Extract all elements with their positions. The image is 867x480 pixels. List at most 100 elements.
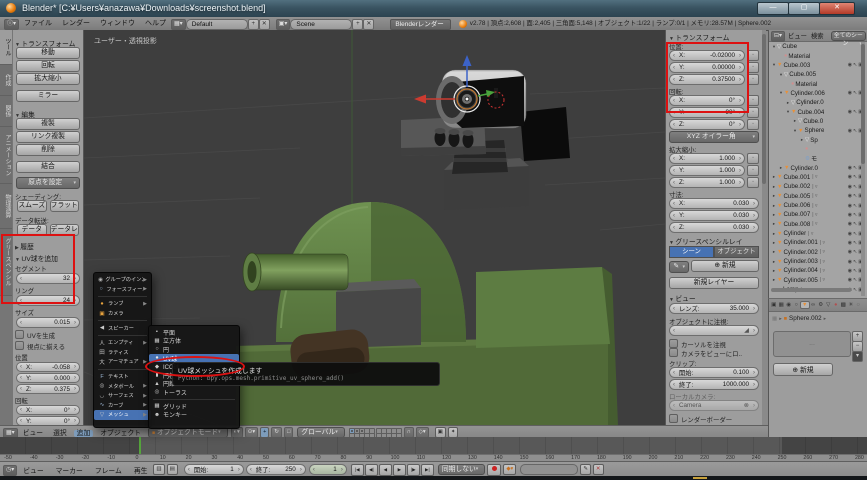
visibility-eye-icon[interactable]: ◉ <box>848 221 852 227</box>
playback-button-3[interactable]: ▶ <box>393 464 406 476</box>
outliner-menu-ビュー[interactable]: ビュー <box>788 33 807 40</box>
outliner-row-Cube.005[interactable]: ▾▽Cube.005 <box>769 70 867 79</box>
outliner-row-Cylinder.001[interactable]: ▸▼Cylinder.001| ▿◉↖▣ <box>769 238 867 247</box>
topbar-menu-ウィンドウ[interactable]: ウィンドウ <box>100 17 135 30</box>
properties-tab-scene[interactable]: ◉ <box>785 302 793 308</box>
outliner-filter-dropdown[interactable]: 全てのシーン <box>831 31 866 41</box>
manipulator-scale-icon[interactable]: □ <box>284 427 293 438</box>
menu-item-円[interactable]: ○円 <box>149 345 239 354</box>
playback-button-5[interactable]: ▶| <box>421 464 434 476</box>
orientation-dropdown[interactable]: グローバル <box>297 427 344 438</box>
np-field-Z:[interactable]: Z:1.000 <box>669 177 745 188</box>
close-button[interactable]: ✕ <box>819 2 855 15</box>
menu-item-エンプティ[interactable]: 人エンプティ▶ <box>94 338 151 348</box>
snap-magnet-icon[interactable]: ∩ <box>404 427 414 438</box>
lock-icon[interactable]: ◦ <box>747 177 759 188</box>
properties-tab-texture[interactable]: ▩ <box>840 302 848 308</box>
outliner-row-mat[interactable]: ● <box>769 145 867 154</box>
outliner-row-Cube.008[interactable]: ▸▼Cube.008| ▿◉↖▣ <box>769 220 867 229</box>
outliner-row-Cube.0[interactable]: ▸▽Cube.0 <box>769 117 867 126</box>
selectability-icon[interactable]: ↖ <box>853 221 857 227</box>
uv-field-セグメント[interactable]: 32 <box>16 273 80 284</box>
uv-check-UVを生成[interactable]: UVを生成 <box>15 330 81 340</box>
playback-button-0[interactable]: |◀ <box>351 464 364 476</box>
visibility-eye-icon[interactable]: ◉ <box>848 128 852 134</box>
list-menu-button[interactable]: ▾ <box>852 351 863 362</box>
timeline-menu-ビュー[interactable]: ビュー <box>23 468 43 475</box>
properties-tab-world[interactable]: ○ <box>793 302 801 308</box>
menu-item-フォースフィールド[interactable]: ○フォースフィールド▶ <box>94 285 151 295</box>
screen-layout-field[interactable]: Default <box>186 19 248 30</box>
np-field-X:[interactable]: X:0° <box>669 95 745 106</box>
lock-camera-checkbox[interactable]: カメラをビューにロ.. <box>669 348 759 357</box>
uv-check-視点に揃える[interactable]: 視点に揃える <box>15 341 81 351</box>
topbar-menu-ファイル[interactable]: ファイル <box>24 17 52 30</box>
shelf-tab-グリースペンシル[interactable]: グリースペンシル <box>0 229 12 296</box>
outliner-row-Cylinder[interactable]: ▸▼Cylinder| ▿◉↖▣ <box>769 229 867 238</box>
shelf-rot-Y:[interactable]: Y:0° <box>16 416 80 425</box>
remove-layout-button[interactable]: ✕ <box>259 19 270 30</box>
shelf-button-削除[interactable]: 削除 <box>16 144 80 156</box>
frame-end-field[interactable]: 終了: 250 <box>246 464 306 475</box>
eyedropper-icon[interactable]: ◢ <box>744 327 749 334</box>
timeline-menu-マーカー[interactable]: マーカー <box>56 468 83 475</box>
lock-icon[interactable]: ◦ <box>747 62 759 73</box>
visibility-eye-icon[interactable]: ◉ <box>848 277 852 283</box>
topbar-menu-ヘルプ[interactable]: ヘルプ <box>145 17 166 30</box>
np-field-Y:[interactable]: Y:0.030 <box>669 210 759 221</box>
playback-button-4[interactable]: |▶ <box>407 464 420 476</box>
menu-item-ラティス[interactable]: 田ラティス <box>94 348 151 358</box>
outliner-hscrollbar[interactable] <box>771 288 851 292</box>
add-layout-button[interactable]: + <box>248 19 259 30</box>
outliner-menu-検索[interactable]: 検索 <box>811 33 824 40</box>
gp-new-layer-button[interactable]: 新規レイヤー <box>669 277 759 289</box>
selectability-icon[interactable]: ↖ <box>853 287 857 293</box>
outliner-row-Sphere[interactable]: ▾▼Sphere◉↖▣ <box>769 126 867 135</box>
lock-icon[interactable]: ◦ <box>747 165 759 176</box>
auto-key-dropdown[interactable]: ◆▾ <box>503 464 516 475</box>
shelf-loc-Z:[interactable]: Z:0.375 <box>16 384 80 394</box>
menu-item-グループのインスタンス[interactable]: ◉グループのインスタンス▶ <box>94 275 151 285</box>
lock-icon[interactable]: ◦ <box>747 153 759 164</box>
section-edit[interactable]: 編集 <box>15 109 81 118</box>
shelf-loc-Y:[interactable]: Y:0.000 <box>16 373 80 383</box>
outliner-row-Cylinder.003[interactable]: ▸▼Cylinder.003| ▿◉↖▣ <box>769 257 867 266</box>
visibility-eye-icon[interactable]: ◉ <box>848 184 852 190</box>
menu-item-スピーカー[interactable]: ◀スピーカー <box>94 323 151 333</box>
selectability-icon[interactable]: ↖ <box>853 165 857 171</box>
set-origin-dropdown[interactable]: 原点を設定 <box>16 177 80 189</box>
selectability-icon[interactable]: ↖ <box>853 90 857 96</box>
manipulator-rotate-icon[interactable]: ↻ <box>271 427 282 438</box>
np-field-Y:[interactable]: Y:90° <box>669 107 745 118</box>
shelf-button-移動[interactable]: 移動 <box>16 47 80 59</box>
selectability-icon[interactable]: ↖ <box>853 259 857 265</box>
visibility-eye-icon[interactable]: ◉ <box>848 259 852 265</box>
lock-icon[interactable]: ◦ <box>747 74 759 85</box>
section-view[interactable]: ビュー <box>669 293 759 303</box>
pivot-dropdown[interactable]: ⊙▾ <box>245 427 258 438</box>
selectability-icon[interactable]: ↖ <box>853 231 857 237</box>
visibility-eye-icon[interactable]: ◉ <box>848 203 852 209</box>
sync-dropdown[interactable]: 同期しない <box>438 464 486 475</box>
checkbox-icon[interactable] <box>669 339 678 348</box>
record-button[interactable] <box>487 464 501 476</box>
visibility-eye-icon[interactable]: ◉ <box>848 193 852 199</box>
section-add-uv-sphere[interactable]: UV球を追加 <box>15 253 81 262</box>
np-field-X:[interactable]: X:1.000 <box>669 153 745 164</box>
visibility-eye-icon[interactable]: ◉ <box>848 165 852 171</box>
frame-start-field[interactable]: 開始: 1 <box>184 464 244 475</box>
editor-type-icon[interactable]: ⓘ▾ <box>4 19 19 30</box>
lock-icon[interactable]: ◦ <box>747 95 759 106</box>
layers-widget[interactable] <box>349 428 400 437</box>
checkbox-icon[interactable] <box>15 341 24 350</box>
selectability-icon[interactable]: ↖ <box>853 277 857 283</box>
shelf-rot-X:[interactable]: X:0° <box>16 405 80 415</box>
timeline-editor-icon[interactable]: ◷▾ <box>3 465 17 476</box>
visibility-eye-icon[interactable]: ◉ <box>848 240 852 246</box>
properties-tab-particles[interactable]: ✳ <box>847 302 855 308</box>
outliner-editor-icon[interactable]: ⊟▾ <box>771 31 785 42</box>
menu-item-グリッド[interactable]: ▦グリッド <box>149 402 239 411</box>
section-transform-n[interactable]: トランスフォーム <box>669 32 759 42</box>
timeline-playhead[interactable] <box>139 437 141 454</box>
checkbox-icon[interactable] <box>669 348 678 357</box>
